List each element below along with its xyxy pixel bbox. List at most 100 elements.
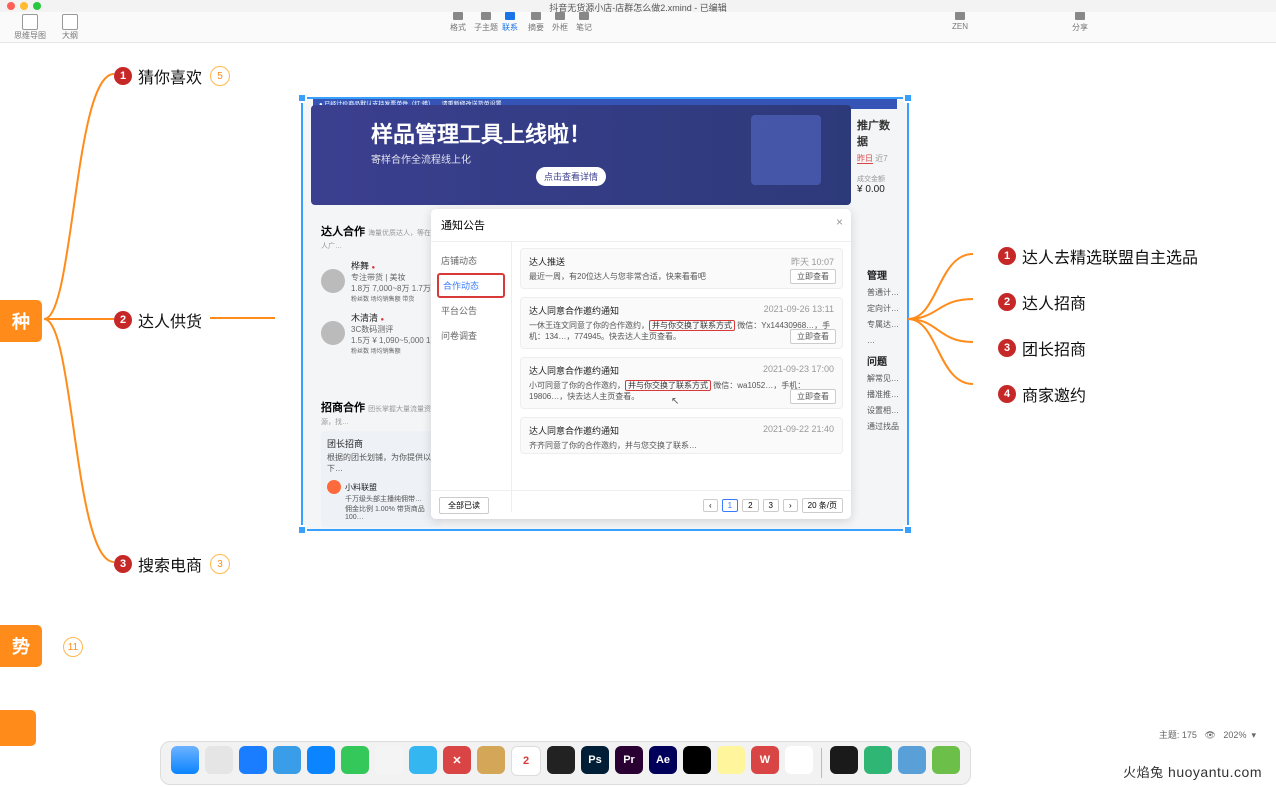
tab-cooperation[interactable]: 合作动态 <box>437 273 505 298</box>
right-node-1[interactable]: 1达人去精选联盟自主选品 <box>998 244 1198 268</box>
dock-app[interactable] <box>409 746 437 774</box>
format-icon <box>453 12 463 20</box>
view-now-button[interactable]: 立即查看 <box>790 269 836 284</box>
toolbar-notes[interactable]: 笔记 <box>576 12 592 33</box>
resize-handle[interactable] <box>297 93 307 103</box>
influencer-card[interactable]: 木清清 ● 3C数码测评 1.5万 ¥ 1,090~5,000 1万 粉丝数 场… <box>321 311 441 355</box>
view-now-button[interactable]: 立即查看 <box>790 389 836 404</box>
banner-illustration <box>751 115 821 185</box>
right-partial-labels: 管理 普通计… 定向计… 专属达… … 问题 解常见… 播准推… 设置相… 通过… <box>867 269 901 435</box>
chevron-down-icon[interactable]: ▾ <box>1251 730 1256 740</box>
pager-page[interactable]: 1 <box>722 499 738 512</box>
dock-app[interactable] <box>341 746 369 774</box>
dock-app[interactable]: ✕ <box>443 746 471 774</box>
promo-panel: 推广数据 昨日 近7 成交金额 ¥ 0.00 <box>857 117 897 195</box>
dock-app[interactable]: Ae <box>649 746 677 774</box>
summary-icon <box>531 12 541 20</box>
root-node-2[interactable]: 势 <box>0 625 42 667</box>
app-toolbar: 思维导图 大纲 格式 子主题 联系 摘要 外框 笔记 ZEN 分享 <box>0 12 1276 43</box>
visibility-icon[interactable]: 👁 <box>1204 730 1215 740</box>
macos-dock[interactable]: ✕ 2 PsPrAe W <box>160 741 971 785</box>
notification-item: 达人同意合作邀约通知2021-09-23 17:00 小可同意了你的合作邀约，并… <box>520 357 843 409</box>
modal-header: 通知公告 × <box>431 209 851 242</box>
toolbar-format[interactable]: 格式 <box>450 12 466 33</box>
tab-platform-notice[interactable]: 平台公告 <box>431 298 511 323</box>
promo-banner: 样品管理工具上线啦！ 寄样合作全流程线上化 点击查看详情 <box>311 105 851 205</box>
pager-page[interactable]: 2 <box>742 499 758 512</box>
watermark: 火焰兔 huoyantu.com <box>1123 762 1262 781</box>
toolbar-relationship[interactable]: 联系 <box>502 12 518 33</box>
num-badge: 3 <box>998 339 1016 357</box>
dock-app[interactable] <box>547 746 575 774</box>
dock-app[interactable]: Ps <box>581 746 609 774</box>
root-node-3[interactable] <box>0 710 36 746</box>
pager-size[interactable]: 20 条/页 <box>802 498 843 513</box>
canvas-statusbar: 主题: 175 👁 202% ▾ <box>1159 728 1256 741</box>
dock-app[interactable] <box>205 746 233 774</box>
root-node-1[interactable]: 种 <box>0 300 42 342</box>
root2-count-bubble: 11 <box>63 637 83 657</box>
toolbar-summary[interactable]: 摘要 <box>528 12 544 33</box>
toolbar-zen[interactable]: ZEN <box>952 12 968 31</box>
notification-item: 达人推送昨天 10:07 最近一周，有20位达人与您非常合适，快来看看吧 立即查… <box>520 248 843 289</box>
right-node-3[interactable]: 3 团长招商 <box>998 336 1198 360</box>
right-node-4[interactable]: 4商家邀约 <box>998 382 1198 406</box>
toolbar-subtopic[interactable]: 子主题 <box>474 12 498 33</box>
dock-app[interactable]: W <box>751 746 779 774</box>
left-node-2[interactable]: 2 达人供货 <box>114 308 202 332</box>
left-node-3[interactable]: 3 搜索电商 3 <box>114 552 230 576</box>
resize-handle[interactable] <box>903 525 913 535</box>
modal-content: 达人推送昨天 10:07 最近一周，有20位达人与您非常合适，快来看看吧 立即查… <box>512 242 851 512</box>
pager-prev[interactable]: ‹ <box>703 499 718 512</box>
pager-next[interactable]: › <box>783 499 798 512</box>
dock-app[interactable] <box>717 746 745 774</box>
dock-app[interactable] <box>273 746 301 774</box>
left-node-1[interactable]: 1 猜你喜欢 5 <box>114 64 230 88</box>
node-label: 商家邀约 <box>1022 382 1086 406</box>
list-icon <box>62 14 78 30</box>
node-label: 达人招商 <box>1022 290 1086 314</box>
dock-app[interactable] <box>171 746 199 774</box>
dock-app[interactable] <box>239 746 267 774</box>
influencer-card[interactable]: 桦舞 ● 专注带货 | 美妆 1.8万 7,000~8万 1.7万 粉丝数 场均… <box>321 259 441 303</box>
recruit-card[interactable]: 团长招商 根据的团长划铺，为你提供以下… 小料联盟 千万级头部主播纯佣带… 佣金… <box>321 431 441 527</box>
embedded-screenshot[interactable]: ● 已经计价商品默认支持发票单件（红:蜡）… 请重新修改送货单设置 样品管理工具… <box>302 98 908 530</box>
dock-app[interactable] <box>830 746 858 774</box>
resize-handle[interactable] <box>903 93 913 103</box>
toolbar-outline-view[interactable]: 大纲 <box>62 12 78 41</box>
dock-app[interactable] <box>477 746 505 774</box>
dock-app[interactable] <box>375 746 403 774</box>
dock-app[interactable]: Pr <box>615 746 643 774</box>
dock-app[interactable] <box>683 746 711 774</box>
toolbar-mindmap-view[interactable]: 思维导图 <box>14 12 46 41</box>
view-now-button[interactable]: 立即查看 <box>790 329 836 344</box>
banner-cta-button[interactable]: 点击查看详情 <box>536 167 606 186</box>
promo-title: 推广数据 <box>857 117 897 149</box>
mark-all-read-button[interactable]: 全部已读 <box>439 497 489 514</box>
num-badge: 2 <box>114 311 132 329</box>
resize-handle[interactable] <box>297 525 307 535</box>
dock-app[interactable] <box>898 746 926 774</box>
node-label: 猜你喜欢 <box>138 64 202 88</box>
toolbar-share[interactable]: 分享 <box>1072 12 1088 33</box>
zoom-level[interactable]: 202% <box>1223 730 1246 740</box>
dock-app[interactable] <box>785 746 813 774</box>
dock-app[interactable] <box>932 746 960 774</box>
avatar <box>321 269 345 293</box>
toolbar-boundary[interactable]: 外框 <box>552 12 568 33</box>
count-bubble: 5 <box>210 66 230 86</box>
close-icon[interactable]: × <box>836 215 843 229</box>
logo-icon <box>327 480 341 494</box>
dock-app[interactable] <box>864 746 892 774</box>
dock-app[interactable]: 2 <box>511 746 541 776</box>
right-node-group: 1达人去精选联盟自主选品 2达人招商 3 团长招商 4商家邀约 <box>998 244 1198 428</box>
right-node-2[interactable]: 2达人招商 <box>998 290 1198 314</box>
tab-shop-news[interactable]: 店铺动态 <box>431 248 511 273</box>
link-icon <box>505 12 515 20</box>
notification-item: 达人同意合作邀约通知2021-09-26 13:11 一休王连文同意了你的合作邀… <box>520 297 843 349</box>
share-icon <box>1075 12 1085 20</box>
dock-app[interactable] <box>307 746 335 774</box>
pager-page[interactable]: 3 <box>763 499 779 512</box>
node-label: 团长招商 <box>1022 336 1086 360</box>
tab-survey[interactable]: 问卷调查 <box>431 323 511 348</box>
